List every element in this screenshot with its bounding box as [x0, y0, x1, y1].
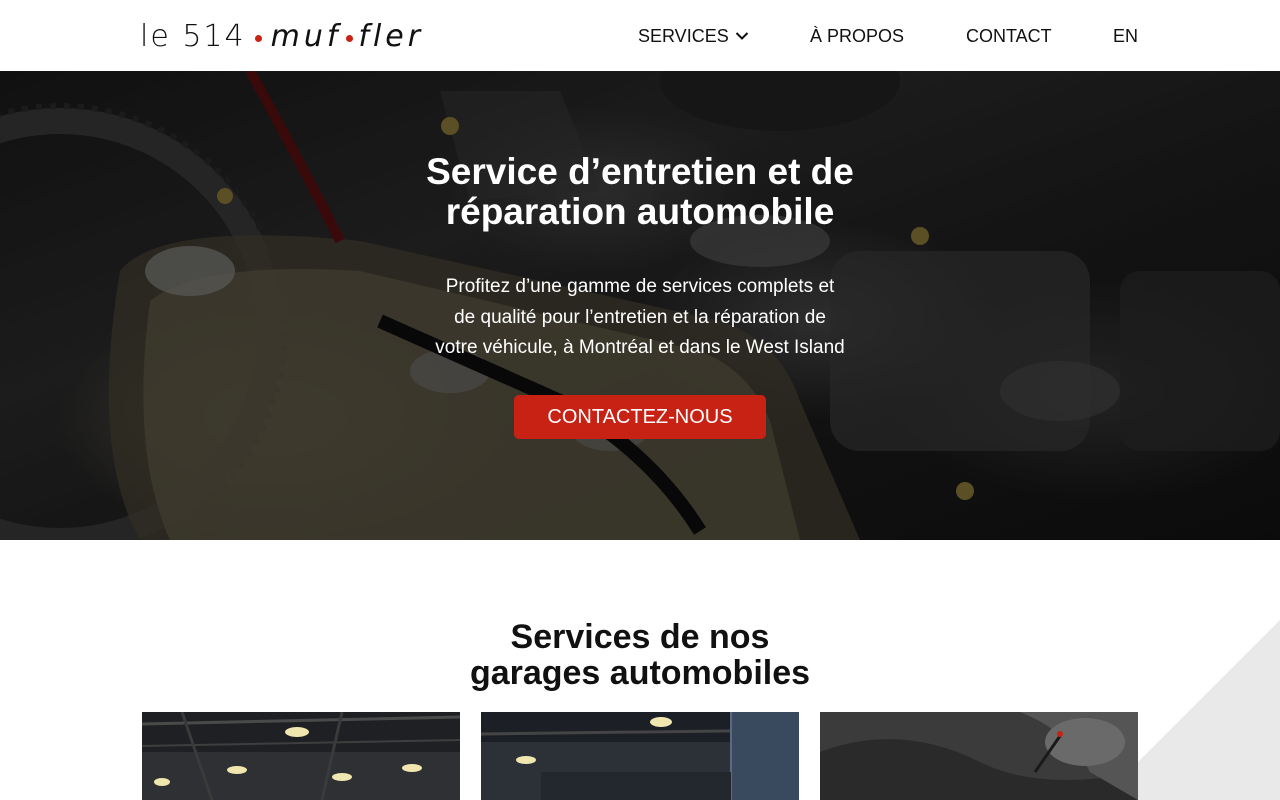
logo-text-part2: muf: [270, 18, 342, 54]
service-card-garage-2[interactable]: [481, 712, 799, 800]
nav-services-label: SERVICES: [638, 25, 729, 46]
nav-contact-label: CONTACT: [966, 25, 1052, 46]
chevron-down-icon: [735, 32, 748, 40]
hero-title-line: Service d’entretien et de: [426, 151, 854, 192]
language-switch-label: EN: [1113, 25, 1139, 46]
mechanic-photo-image: [820, 712, 1138, 800]
services-title-line: garages automobiles: [469, 654, 811, 692]
nav-about-label: À PROPOS: [810, 25, 905, 46]
hero-title-line: réparation automobile: [445, 191, 835, 232]
hero-subtitle-line: votre véhicule, à Montréal et dans le We…: [435, 337, 845, 358]
language-switch[interactable]: EN: [1113, 24, 1138, 48]
logo-dot: [254, 34, 262, 42]
nav-services[interactable]: SERVICES: [638, 24, 749, 48]
site-logo[interactable]: le 514 muf fler: [140, 16, 424, 56]
services-title-line: Services de nos: [510, 618, 770, 656]
garage-photo-image: [142, 712, 460, 800]
hero-subtitle-line: Profitez d’une gamme de services complet…: [445, 276, 835, 297]
nav-contact[interactable]: CONTACT: [966, 24, 1052, 48]
logo-dot: [346, 34, 354, 42]
logo-text-part1: le 514: [140, 18, 246, 54]
services-section-title: Services de nos garages automobiles: [400, 619, 880, 691]
service-card-garage-1[interactable]: [142, 712, 460, 800]
contact-us-button[interactable]: CONTACTEZ-NOUS: [514, 395, 766, 439]
site-header: le 514 muf fler SERVICES À PROPOS CONTAC…: [0, 0, 1280, 71]
garage-photo-image: [481, 712, 799, 800]
hero-section: Service d’entretien et de réparation aut…: [0, 71, 1280, 540]
nav-about[interactable]: À PROPOS: [810, 24, 904, 48]
service-card-repair[interactable]: [820, 712, 1138, 800]
hero-title: Service d’entretien et de réparation aut…: [340, 152, 940, 232]
logo-text-part3: fler: [358, 18, 425, 54]
hero-subtitle: Profitez d’une gamme de services complet…: [410, 272, 870, 364]
hero-subtitle-line: de qualité pour l’entretien et la répara…: [454, 306, 826, 328]
